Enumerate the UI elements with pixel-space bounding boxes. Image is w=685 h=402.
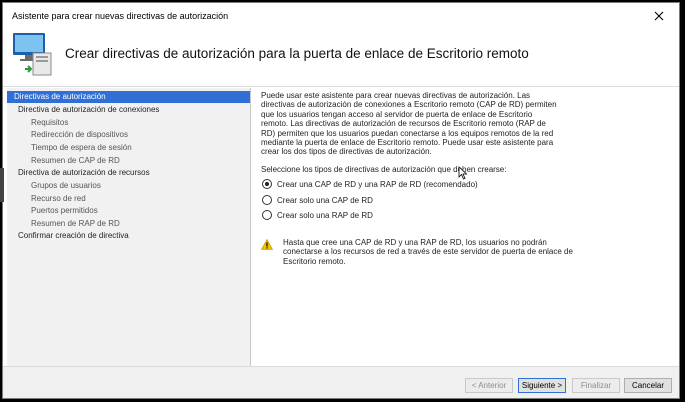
nav-item-resumen-rap[interactable]: Resumen de RAP de RD bbox=[31, 219, 120, 228]
nav-item-puertos-permitidos[interactable]: Puertos permitidos bbox=[31, 206, 98, 215]
nav-item-tiempo-espera[interactable]: Tiempo de espera de sesión bbox=[31, 143, 132, 152]
nav-item-directiva-recursos[interactable]: Directiva de autorización de recursos bbox=[18, 168, 150, 177]
wizard-content: Puede usar este asistente para crear nue… bbox=[251, 88, 679, 366]
wizard-footer: < Anterior Siguiente > Finalizar Cancela… bbox=[3, 366, 679, 398]
option-label: Crear solo una RAP de RD bbox=[277, 210, 373, 220]
close-button[interactable] bbox=[639, 3, 679, 29]
radio-button[interactable] bbox=[262, 195, 272, 205]
nav-item-grupos-usuarios[interactable]: Grupos de usuarios bbox=[31, 181, 101, 190]
warning-message: Hasta que cree una CAP de RD y una RAP d… bbox=[261, 238, 583, 266]
title-bar: Asistente para crear nuevas directivas d… bbox=[3, 3, 679, 29]
option-rap-only[interactable]: Crear solo una RAP de RD bbox=[262, 210, 373, 220]
nav-item-directivas-autorizacion[interactable]: Directivas de autorización bbox=[7, 91, 251, 103]
back-button[interactable]: < Anterior bbox=[465, 378, 513, 393]
finish-button[interactable]: Finalizar bbox=[572, 378, 620, 393]
nav-item-resumen-cap[interactable]: Resumen de CAP de RD bbox=[31, 156, 120, 165]
nav-item-redireccion-dispositivos[interactable]: Redirección de dispositivos bbox=[31, 130, 128, 139]
warning-text: Hasta que cree una CAP de RD y una RAP d… bbox=[283, 238, 573, 266]
wizard-window: Asistente para crear nuevas directivas d… bbox=[2, 2, 680, 399]
option-cap-only[interactable]: Crear solo una CAP de RD bbox=[262, 195, 373, 205]
cancel-button[interactable]: Cancelar bbox=[624, 378, 672, 393]
warning-icon bbox=[261, 239, 273, 250]
option-label: Crear solo una CAP de RD bbox=[277, 195, 373, 205]
side-grip bbox=[0, 168, 4, 202]
nav-item-recurso-red[interactable]: Recurso de red bbox=[31, 194, 86, 203]
nav-item-confirmar-creacion[interactable]: Confirmar creación de directiva bbox=[18, 231, 129, 240]
option-cap-and-rap[interactable]: Crear una CAP de RD y una RAP de RD (rec… bbox=[262, 179, 478, 189]
nav-item-requisitos[interactable]: Requisitos bbox=[31, 118, 68, 127]
radio-button[interactable] bbox=[262, 210, 272, 220]
close-icon bbox=[654, 11, 664, 21]
page-title: Crear directivas de autorización para la… bbox=[65, 46, 529, 61]
wizard-header: Crear directivas de autorización para la… bbox=[3, 29, 679, 85]
wizard-steps-pane: Directivas de autorización Directiva de … bbox=[7, 88, 251, 366]
option-label: Crear una CAP de RD y una RAP de RD (rec… bbox=[277, 179, 478, 189]
next-button[interactable]: Siguiente > bbox=[518, 378, 566, 393]
intro-text: Puede usar este asistente para crear nue… bbox=[261, 91, 557, 157]
header-divider bbox=[3, 86, 679, 87]
mouse-cursor-icon bbox=[458, 166, 468, 180]
nav-item-label: Directivas de autorización bbox=[14, 92, 106, 101]
window-title: Asistente para crear nuevas directivas d… bbox=[12, 11, 229, 21]
radio-button[interactable] bbox=[262, 179, 272, 189]
nav-item-directiva-conexiones[interactable]: Directiva de autorización de conexiones bbox=[18, 105, 159, 114]
computer-network-icon bbox=[13, 33, 52, 76]
policy-type-question: Seleccione los tipos de directivas de au… bbox=[261, 165, 507, 174]
